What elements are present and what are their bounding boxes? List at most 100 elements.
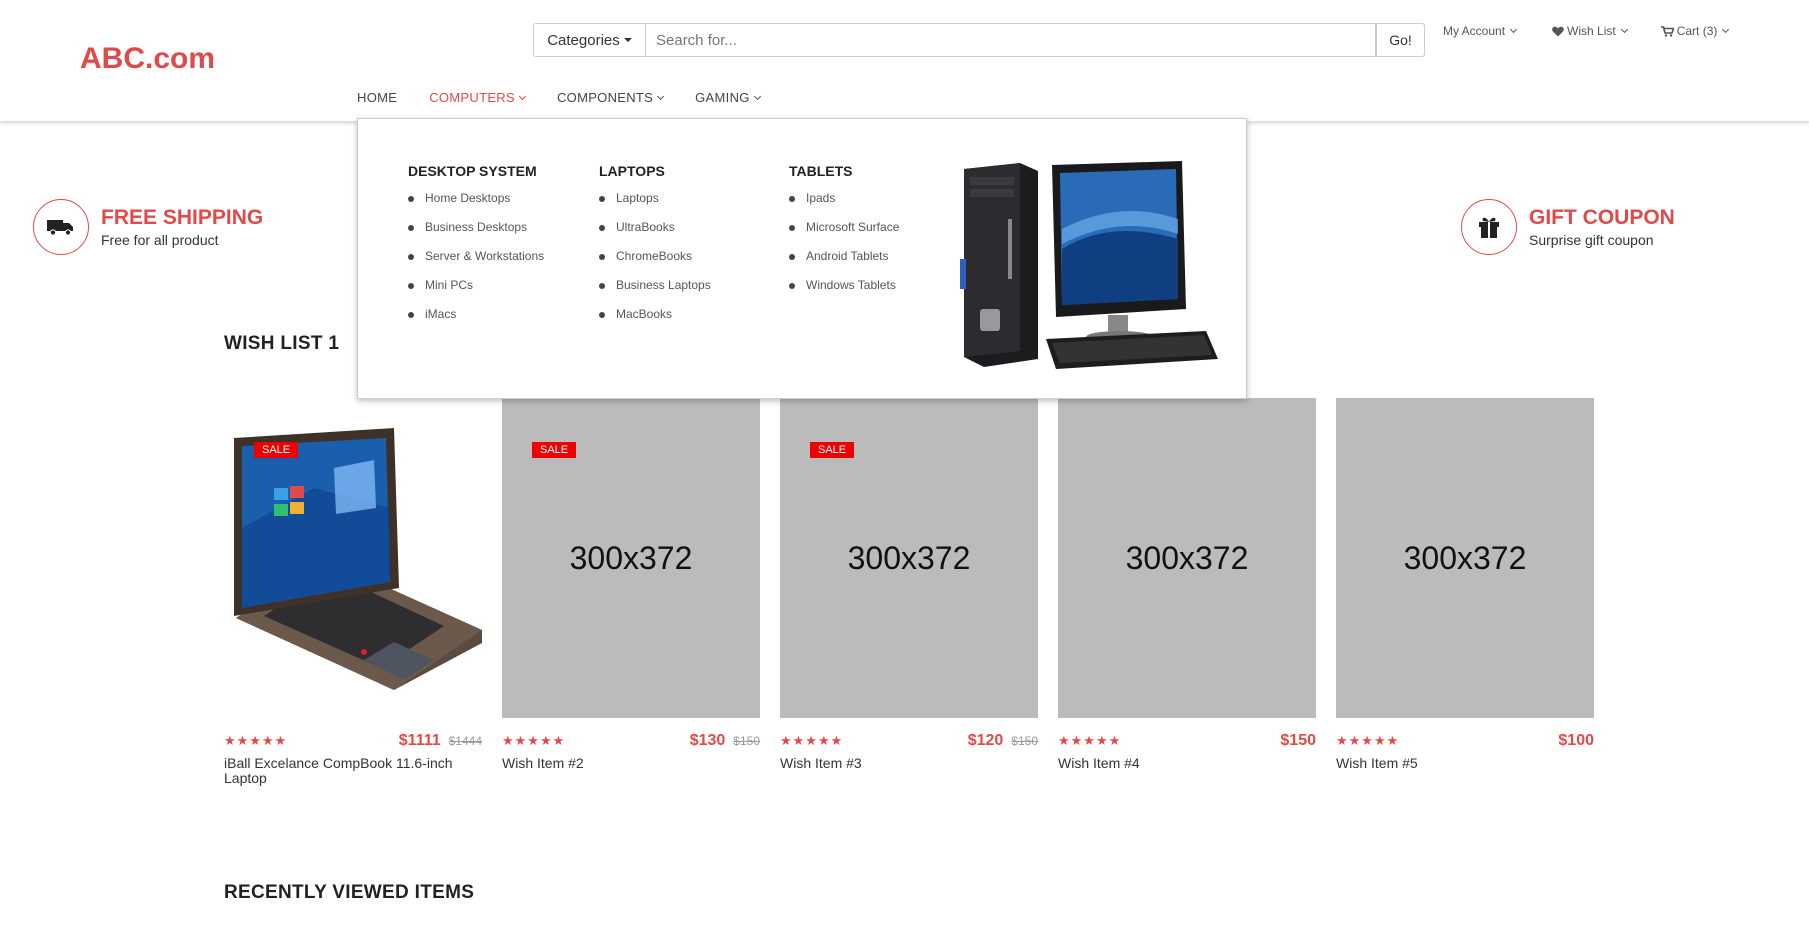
mega-column-laptops: LAPTOPS Laptops UltraBooks ChromeBooks B… bbox=[599, 163, 711, 336]
mega-column-tablets: TABLETS Ipads Microsoft Surface Android … bbox=[789, 163, 899, 307]
product-meta: ★★★★★ $1111 $1444 bbox=[224, 732, 482, 750]
heart-icon bbox=[1552, 26, 1564, 36]
nav-label: COMPUTERS bbox=[429, 90, 515, 105]
bullet-icon bbox=[599, 254, 605, 260]
product-image-placeholder[interactable]: 300x372 bbox=[1058, 398, 1316, 718]
product-meta: ★★★★★ $150 bbox=[1058, 732, 1316, 750]
mega-item-label: ChromeBooks bbox=[616, 249, 693, 263]
mega-item-label: Ipads bbox=[806, 191, 836, 205]
mega-menu-item[interactable]: Ipads bbox=[789, 191, 899, 220]
product-prices: $100 bbox=[1558, 732, 1594, 750]
product-image-laptop[interactable]: SALE bbox=[224, 398, 482, 718]
nav-item-home[interactable]: HOME bbox=[357, 90, 397, 105]
product-card[interactable]: 300x372 ★★★★★ $150 Wish Item #4 bbox=[1058, 398, 1316, 785]
chevron-down-icon bbox=[753, 92, 761, 100]
mega-menu-item[interactable]: ChromeBooks bbox=[599, 249, 711, 278]
product-card[interactable]: SALE ★★★★★ $1111 $1444 iBall Excelance C… bbox=[224, 398, 482, 785]
bullet-icon bbox=[599, 225, 605, 231]
product-price: $120 bbox=[967, 732, 1004, 749]
bullet-icon bbox=[599, 312, 605, 318]
placeholder-label: 300x372 bbox=[1125, 539, 1249, 576]
star-rating: ★★★★★ bbox=[1058, 733, 1122, 748]
my-account-link[interactable]: My Account bbox=[1443, 24, 1518, 38]
product-name[interactable]: iBall Excelance CompBook 11.6-inch Lapto… bbox=[224, 756, 482, 786]
product-name[interactable]: Wish Item #5 bbox=[1336, 756, 1594, 771]
site-logo[interactable]: ABC.com bbox=[80, 42, 215, 76]
chevron-down-icon bbox=[657, 92, 665, 100]
free-shipping-feature: FREE SHIPPING Free for all product bbox=[33, 199, 263, 255]
bullet-icon bbox=[408, 312, 414, 318]
search-input[interactable] bbox=[646, 23, 1376, 57]
recently-viewed-title: RECENTLY VIEWED ITEMS bbox=[224, 882, 475, 903]
product-card[interactable]: 300x372 SALE ★★★★★ $120 $150 Wish Item #… bbox=[780, 398, 1038, 785]
bullet-icon bbox=[789, 196, 795, 202]
main-nav: HOME COMPUTERS COMPONENTS GAMING bbox=[357, 90, 792, 105]
cart-icon bbox=[1660, 25, 1674, 37]
feature-title: GIFT COUPON bbox=[1529, 206, 1675, 229]
product-old-price: $150 bbox=[733, 734, 760, 748]
mega-menu-item[interactable]: UltraBooks bbox=[599, 220, 711, 249]
bullet-icon bbox=[789, 283, 795, 289]
mega-menu-item[interactable]: Business Laptops bbox=[599, 278, 711, 307]
product-meta: ★★★★★ $100 bbox=[1336, 732, 1594, 750]
cart-link[interactable]: Cart (3) bbox=[1660, 24, 1730, 38]
gift-coupon-feature: GIFT COUPON Surprise gift coupon bbox=[1461, 199, 1675, 255]
placeholder-label: 300x372 bbox=[1403, 539, 1527, 576]
caret-down-icon bbox=[623, 38, 632, 42]
wish-list-label: Wish List bbox=[1567, 24, 1616, 38]
mega-item-label: Business Laptops bbox=[616, 278, 711, 292]
product-image-placeholder[interactable]: 300x372 SALE bbox=[780, 398, 1038, 718]
bullet-icon bbox=[599, 196, 605, 202]
sale-badge: SALE bbox=[810, 442, 855, 458]
mega-menu-item[interactable]: Home Desktops bbox=[408, 191, 544, 220]
mega-item-label: MacBooks bbox=[616, 307, 673, 321]
desktop-computer-image bbox=[960, 161, 1218, 369]
star-rating: ★★★★★ bbox=[502, 733, 566, 748]
categories-label: Categories bbox=[547, 31, 620, 49]
nav-item-components[interactable]: COMPONENTS bbox=[557, 90, 665, 105]
chevron-down-icon bbox=[1620, 25, 1628, 34]
nav-item-computers[interactable]: COMPUTERS bbox=[429, 90, 527, 105]
chevron-down-icon bbox=[1509, 25, 1518, 34]
mega-column-title: DESKTOP SYSTEM bbox=[408, 163, 537, 179]
product-meta: ★★★★★ $130 $150 bbox=[502, 732, 760, 750]
feature-subtitle: Surprise gift coupon bbox=[1529, 232, 1654, 248]
mega-menu-item[interactable]: Microsoft Surface bbox=[789, 220, 899, 249]
placeholder-label: 300x372 bbox=[847, 539, 971, 576]
mega-item-label: Windows Tablets bbox=[806, 278, 896, 292]
categories-dropdown-button[interactable]: Categories bbox=[533, 23, 646, 57]
mega-menu-item[interactable]: Windows Tablets bbox=[789, 278, 899, 307]
wish-list-link[interactable]: Wish List bbox=[1552, 24, 1628, 38]
product-old-price: $1444 bbox=[448, 734, 482, 748]
search-bar: Categories Go! bbox=[533, 23, 1425, 57]
product-price: $1111 bbox=[398, 732, 441, 749]
mega-column-desktop: DESKTOP SYSTEM Home Desktops Business De… bbox=[408, 163, 544, 336]
product-name[interactable]: Wish Item #2 bbox=[502, 756, 760, 771]
product-card[interactable]: 300x372 ★★★★★ $100 Wish Item #5 bbox=[1336, 398, 1594, 785]
product-image-placeholder[interactable]: 300x372 bbox=[1336, 398, 1594, 718]
product-image-placeholder[interactable]: 300x372 SALE bbox=[502, 398, 760, 718]
star-rating: ★★★★★ bbox=[780, 733, 844, 748]
mega-item-label: Server & Workstations bbox=[425, 249, 545, 263]
nav-item-gaming[interactable]: GAMING bbox=[695, 90, 761, 105]
mega-menu-item[interactable]: Android Tablets bbox=[789, 249, 899, 278]
chevron-down-icon bbox=[1722, 25, 1730, 34]
product-prices: $130 $150 bbox=[690, 732, 760, 750]
mega-menu-item[interactable]: Laptops bbox=[599, 191, 711, 220]
wishlist-title: WISH LIST 1 bbox=[224, 333, 340, 354]
mega-menu-item[interactable]: Business Desktops bbox=[408, 220, 544, 249]
mega-menu-item[interactable]: Mini PCs bbox=[408, 278, 544, 307]
star-rating: ★★★★★ bbox=[1336, 733, 1400, 748]
product-card[interactable]: 300x372 SALE ★★★★★ $130 $150 Wish Item #… bbox=[502, 398, 760, 785]
mega-menu-item[interactable]: Server & Workstations bbox=[408, 249, 544, 278]
mega-menu-item[interactable]: iMacs bbox=[408, 307, 544, 336]
product-name[interactable]: Wish Item #4 bbox=[1058, 756, 1316, 771]
mega-menu-item[interactable]: MacBooks bbox=[599, 307, 711, 336]
feature-title: FREE SHIPPING bbox=[101, 206, 264, 229]
product-name[interactable]: Wish Item #3 bbox=[780, 756, 1038, 771]
product-price: $100 bbox=[1558, 732, 1594, 749]
site-header: ABC.com Categories Go! My Account Wish L… bbox=[0, 0, 1809, 122]
star-rating: ★★★★★ bbox=[224, 733, 288, 748]
my-account-label: My Account bbox=[1443, 24, 1506, 38]
search-go-button[interactable]: Go! bbox=[1376, 23, 1425, 57]
